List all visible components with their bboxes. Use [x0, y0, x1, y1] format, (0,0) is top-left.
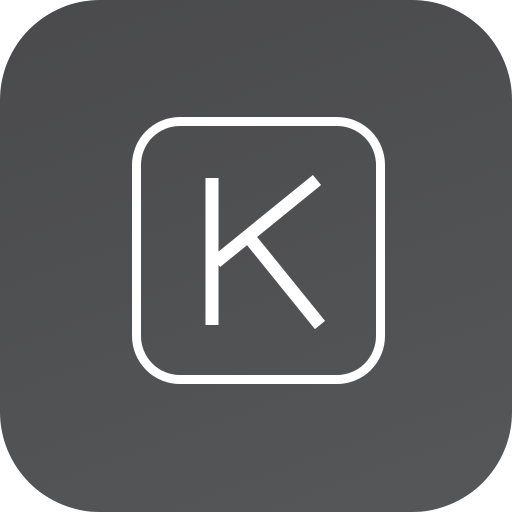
app-icon[interactable] [0, 0, 512, 512]
letter-k-key-icon [205, 174, 326, 330]
